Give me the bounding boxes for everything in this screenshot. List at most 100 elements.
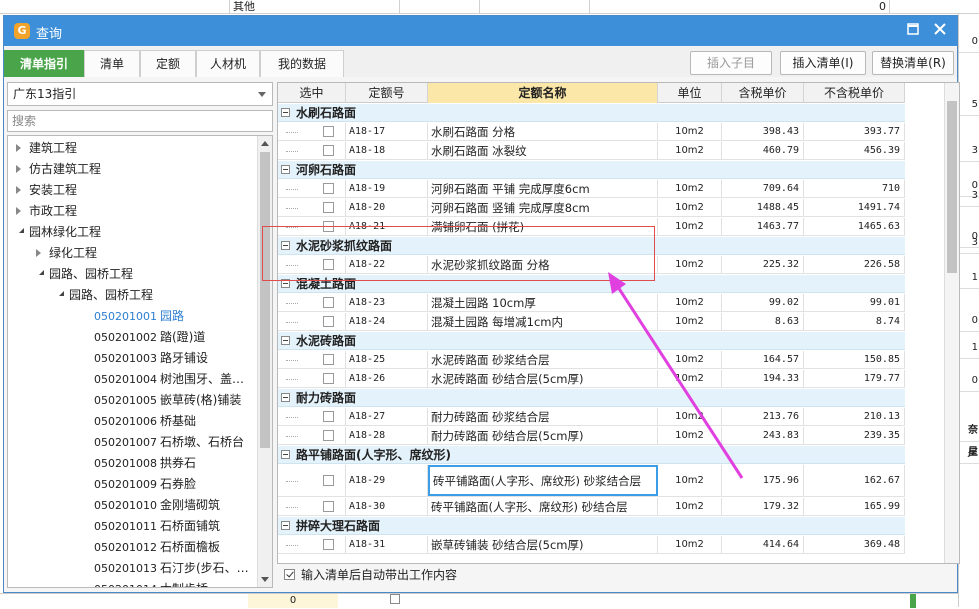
guide-code-item[interactable]: 050201007 石桥墩、石桥台 (8, 432, 256, 453)
quota-row[interactable]: A18-24 混凝土园路 每增减1cm内 10m2 8.63 8.74 (278, 313, 905, 331)
select-cell[interactable] (312, 199, 346, 216)
guide-code-item[interactable]: 050201014木制步桥 (8, 579, 256, 587)
quota-row[interactable]: A18-19 河卵石路面 平铺 完成厚度6cm 10m2 709.64 710 (278, 180, 905, 198)
dialog-titlebar[interactable]: G 查询 (4, 16, 957, 46)
tree-node[interactable]: 园路、园桥工程 (8, 285, 256, 306)
select-cell[interactable] (312, 142, 346, 159)
header-unit[interactable]: 单位 (658, 83, 722, 103)
category-row[interactable]: 耐力砖路面 (278, 389, 905, 407)
select-cell[interactable] (312, 465, 346, 496)
close-icon[interactable] (929, 21, 951, 41)
tree-node[interactable]: 市政工程 (8, 201, 256, 222)
expanded-arrow-icon[interactable] (36, 270, 44, 275)
row-checkbox[interactable] (323, 373, 334, 384)
select-cell[interactable] (312, 498, 346, 515)
quota-row[interactable]: A18-29 砖平铺路面(人字形、席纹形) 砂浆结合层 10m2 175.96 162.… (278, 465, 905, 497)
row-checkbox[interactable] (323, 316, 334, 327)
quota-row[interactable]: A18-23 混凝土园路 10cm厚 10m2 99.02 99.01 (278, 294, 905, 312)
select-cell[interactable] (312, 351, 346, 368)
search-input[interactable] (7, 110, 273, 132)
insert-list-button[interactable]: 插入清单(I) (780, 51, 866, 75)
category-row[interactable]: 河卵石路面 (278, 161, 905, 179)
guide-code-item[interactable]: 050201011 石桥面铺筑 (8, 516, 256, 537)
select-cell[interactable] (312, 408, 346, 425)
row-checkbox[interactable] (323, 126, 334, 137)
category-row[interactable]: 水泥砖路面 (278, 332, 905, 350)
collapsed-arrow-icon[interactable] (16, 207, 21, 215)
header-quota-code[interactable]: 定额号 (346, 83, 428, 103)
scroll-up-icon[interactable] (261, 141, 269, 146)
tab-my-data[interactable]: 我的数据 (260, 50, 344, 77)
collapse-icon[interactable] (281, 108, 290, 117)
row-checkbox[interactable] (323, 183, 334, 194)
guide-code-item[interactable]: 050201009 石券脸 (8, 474, 256, 495)
quota-row[interactable]: A18-20 河卵石路面 竖铺 完成厚度8cm 10m2 1488.45 1491.74 (278, 199, 905, 217)
select-cell[interactable] (312, 123, 346, 140)
select-cell[interactable] (312, 294, 346, 311)
category-row[interactable]: 水刷石路面 (278, 104, 905, 122)
collapse-icon[interactable] (281, 450, 290, 459)
row-checkbox[interactable] (323, 354, 334, 365)
select-cell[interactable] (312, 313, 346, 330)
quota-row[interactable]: A18-26 水泥砖路面 砂结合层(5cm厚) 10m2 194.33 179.77 (278, 370, 905, 388)
row-checkbox[interactable] (323, 411, 334, 422)
row-checkbox[interactable] (323, 297, 334, 308)
header-selected[interactable]: 选中 (278, 83, 346, 103)
tree-node[interactable]: 建筑工程 (8, 138, 256, 159)
checkbox-checked-icon[interactable] (284, 569, 295, 580)
insert-child-button[interactable]: 插入子目 (690, 51, 772, 75)
select-cell[interactable] (312, 427, 346, 444)
select-cell[interactable] (312, 180, 346, 197)
tab-quota[interactable]: 定额 (140, 50, 196, 77)
replace-list-button[interactable]: 替换清单(R) (872, 51, 954, 75)
quota-row[interactable]: A18-25 水泥砖路面 砂浆结合层 10m2 164.57 150.85 (278, 351, 905, 369)
tree-node[interactable]: 绿化工程 (8, 243, 256, 264)
expanded-arrow-icon[interactable] (56, 291, 64, 296)
guide-select[interactable]: 广东13指引 (7, 82, 273, 106)
select-cell[interactable] (312, 536, 346, 553)
tree-scrollbar[interactable] (257, 136, 272, 587)
collapsed-arrow-icon[interactable] (16, 165, 21, 173)
auto-content-option[interactable]: 输入清单后自动带出工作内容 (284, 564, 457, 586)
tab-list-guide[interactable]: 清单指引 (4, 50, 84, 77)
tree-node[interactable]: 园林绿化工程 (8, 222, 256, 243)
tree-node[interactable]: 仿古建筑工程 (8, 159, 256, 180)
header-price-tax[interactable]: 含税单价 (722, 83, 804, 103)
quota-row[interactable]: A18-27 耐力砖路面 砂浆结合层 10m2 213.76 210.13 (278, 408, 905, 426)
collapse-icon[interactable] (281, 336, 290, 345)
collapsed-arrow-icon[interactable] (36, 249, 41, 257)
maximize-icon[interactable] (902, 21, 924, 41)
tree-node[interactable]: 园路、园桥工程 (8, 264, 256, 285)
collapsed-arrow-icon[interactable] (16, 144, 21, 152)
guide-code-item[interactable]: 050201003 路牙铺设 (8, 348, 256, 369)
category-row[interactable]: 路平铺路面(人字形、席纹形) (278, 446, 905, 464)
guide-code-item[interactable]: 050201012 石桥面檐板 (8, 537, 256, 558)
row-checkbox[interactable] (323, 475, 334, 486)
tab-list[interactable]: 清单 (84, 50, 140, 77)
row-checkbox[interactable] (323, 539, 334, 550)
grid-scrollbar[interactable] (944, 83, 959, 563)
quota-row[interactable]: A18-17 水刷石路面 分格 10m2 398.43 393.77 (278, 123, 905, 141)
row-checkbox[interactable] (323, 145, 334, 156)
collapse-icon[interactable] (281, 393, 290, 402)
select-cell[interactable] (312, 370, 346, 387)
row-checkbox[interactable] (323, 202, 334, 213)
quota-row[interactable]: A18-30 砖平铺路面(人字形、席纹形) 砂结合层 10m2 179.32 165.9… (278, 498, 905, 516)
expanded-arrow-icon[interactable] (16, 228, 24, 233)
tree-node[interactable]: 安装工程 (8, 180, 256, 201)
tab-materials[interactable]: 人材机 (196, 50, 260, 77)
quota-row[interactable]: A18-31 嵌草砖铺装 砂结合层(5cm厚) 10m2 414.64 369.48 (278, 536, 905, 554)
guide-code-item[interactable]: 050201006 桥基础 (8, 411, 256, 432)
guide-code-item[interactable]: 050201008 拱券石 (8, 453, 256, 474)
quota-row[interactable]: A18-18 水刷石路面 冰裂纹 10m2 460.79 456.39 (278, 142, 905, 160)
quota-row[interactable]: A18-28 耐力砖路面 砂结合层(5cm厚) 10m2 243.83 239.35 (278, 427, 905, 445)
scroll-down-icon[interactable] (261, 577, 269, 582)
header-quota-name[interactable]: 定额名称 (428, 83, 658, 103)
category-row[interactable]: 拼碎大理石路面 (278, 517, 905, 535)
guide-code-item[interactable]: 050201010 金刚墙砌筑 (8, 495, 256, 516)
guide-code-item[interactable]: 050201001 园路 (8, 306, 256, 327)
guide-code-item[interactable]: 050201005 嵌草砖(格)铺装 (8, 390, 256, 411)
scroll-thumb[interactable] (947, 101, 957, 273)
guide-code-item[interactable]: 050201002 踏(蹬)道 (8, 327, 256, 348)
scroll-thumb[interactable] (260, 152, 270, 448)
